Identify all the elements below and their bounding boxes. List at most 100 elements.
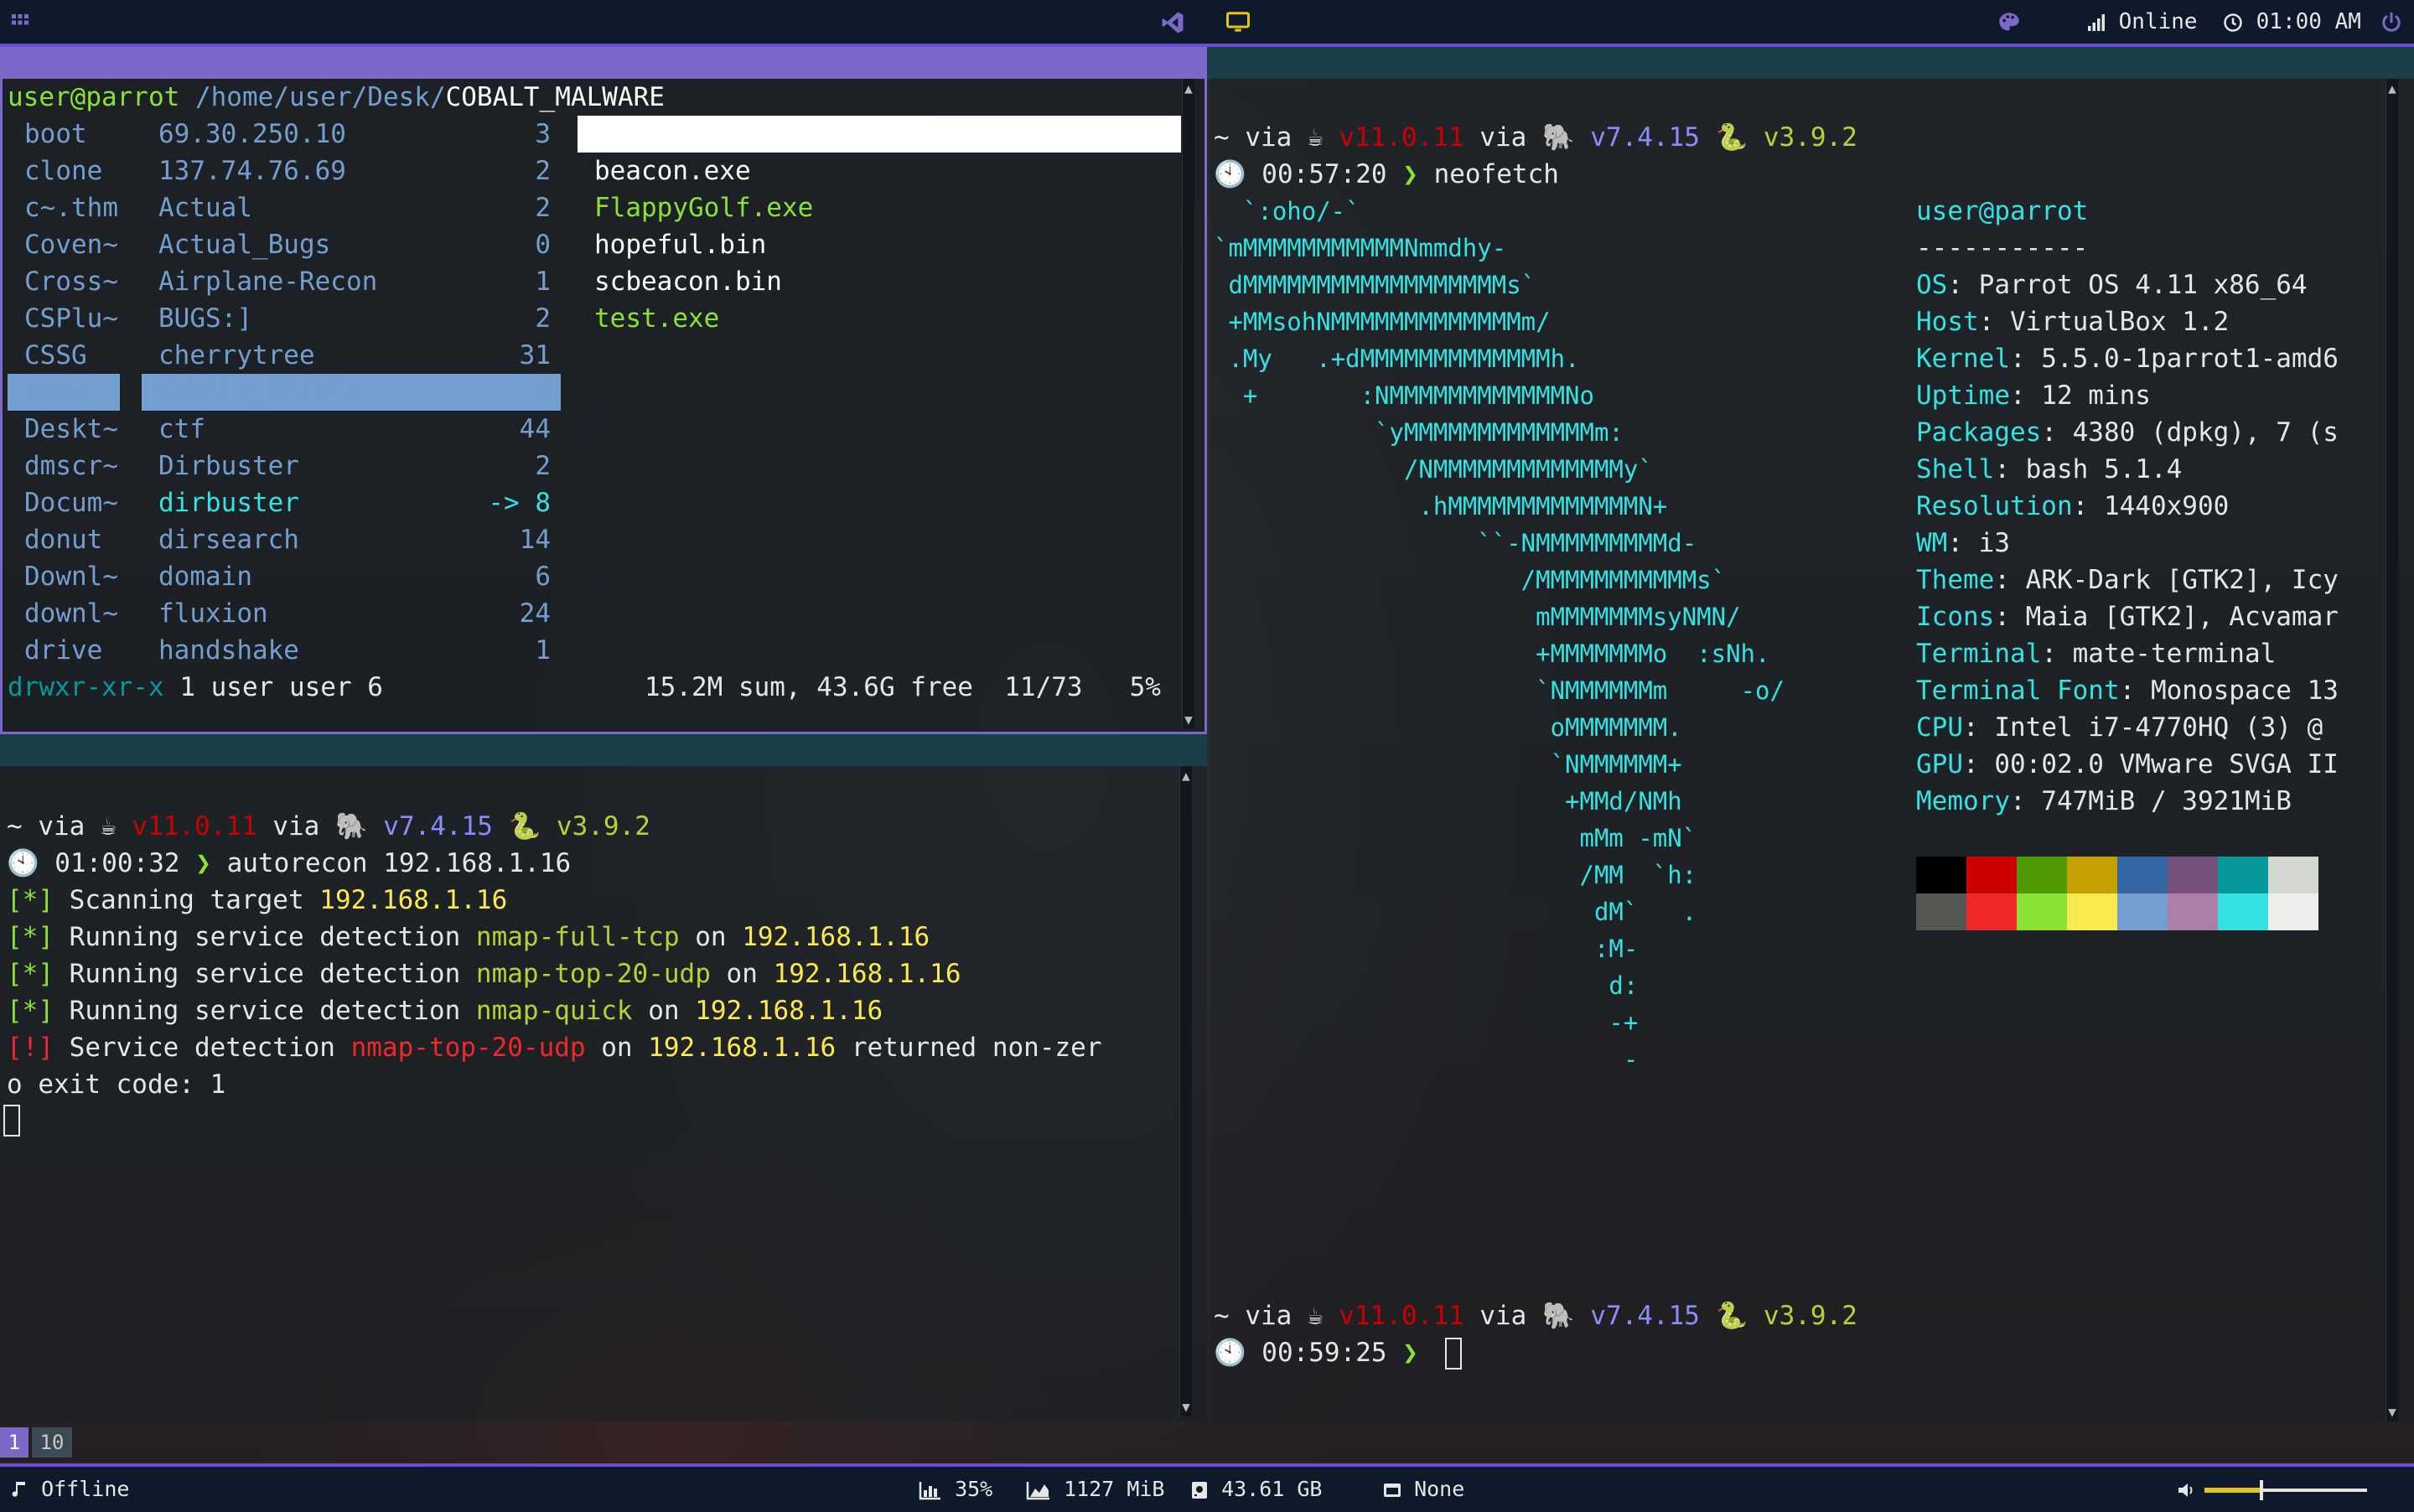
autorecon-terminal[interactable]: ~ via ☕ v11.0.11 via 🐘 v7.4.15 🐍 v3.9.2 … <box>0 766 1207 1421</box>
ranger-item-count: 31 <box>519 340 551 370</box>
ranger-preview-item[interactable]: beacon.exe <box>578 153 1181 189</box>
area-chart-icon <box>1026 1482 1049 1500</box>
ranger-current-item[interactable]: domain 6 <box>142 558 561 595</box>
ranger-current-item[interactable]: ctf 44 <box>142 411 561 448</box>
ranger-parent-item[interactable]: Coven~ <box>8 226 120 263</box>
ranger-current-item[interactable]: dirbuster -> 8 <box>142 484 561 521</box>
network-status[interactable]: Online <box>2119 9 2198 34</box>
ranger-window-titlebar[interactable] <box>0 47 1207 79</box>
ranger-parent-item[interactable]: donut <box>8 521 120 558</box>
target-ip: 192.168.1.16 <box>742 922 930 952</box>
palette-icon[interactable] <box>1997 7 2021 37</box>
info-key: Icons <box>1916 602 1995 632</box>
ranger-item-name: COBALT_MALWARE <box>158 377 378 407</box>
neofetch-scrollbar[interactable]: ▲ ▼ <box>2386 79 2398 1421</box>
music-status[interactable]: Offline <box>41 1477 129 1501</box>
ranger-current-item[interactable]: dirsearch 14 <box>142 521 561 558</box>
ranger-parent-item[interactable]: dmscr~ <box>8 448 120 484</box>
info-value: : mate-terminal <box>2041 639 2277 669</box>
autorecon-window-titlebar[interactable] <box>0 734 1207 766</box>
bottom-bar: Offline 35% 1127 MiB 43.61 GB None <box>0 1463 2414 1512</box>
ranger-file-manager[interactable]: user@parrot /home/user/Desk/COBALT_MALWA… <box>0 79 1207 734</box>
scroll-down-icon[interactable]: ▼ <box>1183 712 1194 728</box>
ranger-current-item[interactable]: Actual_Bugs 0 <box>142 226 561 263</box>
ranger-current-item[interactable]: Dirbuster 2 <box>142 448 561 484</box>
coffee-icon: ☕ <box>1308 1301 1324 1331</box>
disk-free: 43.61 GB <box>1221 1477 1323 1501</box>
ranger-parent-item[interactable]: boot <box>8 116 120 153</box>
ranger-item-count: -> 8 <box>488 488 551 518</box>
ranger-statusbar: drwxr-xr-x 1 user user 6 <box>8 669 383 706</box>
volume-slider-handle[interactable] <box>2259 1480 2263 1500</box>
ranger-item-count: 3 <box>535 119 551 149</box>
prompt-via: via <box>1245 122 1292 153</box>
ranger-current-item[interactable]: Actual 2 <box>142 189 561 226</box>
ascii-logo-line: +MMd/NMh <box>1214 787 1682 816</box>
target-ip: 192.168.1.16 <box>695 996 883 1026</box>
ranger-preview-item[interactable]: FlappyGolf.exe <box>578 189 1181 226</box>
ranger-parent-item[interactable]: CSPlu~ <box>8 300 120 337</box>
speaker-icon[interactable] <box>2176 1475 2198 1504</box>
neofetch-window-titlebar[interactable] <box>1207 47 2414 79</box>
error-tail: returned non-zer <box>836 1033 1102 1063</box>
ranger-current-item[interactable]: 137.74.76.69 2 <box>142 153 561 189</box>
visual-studio-icon[interactable] <box>1160 7 1185 37</box>
ranger-current-item[interactable]: 69.30.250.10 3 <box>142 116 561 153</box>
ranger-parent-item[interactable]: CSSG <box>8 337 120 374</box>
ranger-preview-item[interactable]: scbeacon.bin <box>578 263 1181 300</box>
info-key: Host <box>1916 307 1979 337</box>
ranger-preview-item[interactable]: test.exe <box>578 300 1181 337</box>
palette-swatch <box>2218 857 2268 893</box>
ascii-logo-line: oMMMMMMM. <box>1214 713 1682 742</box>
clock-time[interactable]: 01:00 AM <box>2256 9 2361 34</box>
scroll-down-icon[interactable]: ▼ <box>1180 1399 1192 1415</box>
ascii-logo-line: `mMMMMMMMMMMMNmmdhy- <box>1214 234 1507 262</box>
scroll-up-icon[interactable]: ▲ <box>1180 768 1192 784</box>
ascii-logo-line: /NMMMMMMMMMMMMMy` <box>1214 455 1653 484</box>
ranger-current-item[interactable]: COBALT_MALWARE 6 <box>142 374 561 411</box>
ranger-parent-item[interactable]: clone <box>8 153 120 189</box>
ranger-parent-item[interactable]: Cross~ <box>8 263 120 300</box>
info-key: GPU <box>1916 749 1963 779</box>
prompt-via: via <box>1479 1301 1527 1331</box>
workspace-1[interactable]: 1 <box>0 1427 28 1458</box>
scroll-down-icon[interactable]: ▼ <box>2386 1404 2398 1420</box>
palette-swatch <box>1966 893 2017 930</box>
ranger-parent-item[interactable]: drive <box>8 632 120 669</box>
ranger-current-item[interactable]: BUGS:] 2 <box>142 300 561 337</box>
ranger-current-item[interactable]: fluxion 24 <box>142 595 561 632</box>
ranger-current-item[interactable]: cherrytree 31 <box>142 337 561 374</box>
ranger-parent-item[interactable]: c~.thm <box>8 189 120 226</box>
neofetch-info-line: Terminal: mate-terminal <box>1916 635 2276 672</box>
php-version: v7.4.15 <box>383 811 493 841</box>
workspace-10[interactable]: 10 <box>32 1427 72 1458</box>
neofetch-info-line: Terminal Font: Monospace 13 <box>1916 672 2339 709</box>
ranger-parent-item[interactable]: Deskt~ <box>8 411 120 448</box>
ranger-parent-item[interactable]: Docum~ <box>8 484 120 521</box>
apps-icon[interactable] <box>10 7 30 37</box>
autorecon-scrollbar[interactable]: ▲ ▼ <box>1179 766 1192 1416</box>
scroll-up-icon[interactable]: ▲ <box>2386 80 2398 96</box>
ranger-preview-item[interactable]: beacon <box>578 116 1181 153</box>
ranger-preview-item[interactable]: hopeful.bin <box>578 226 1181 263</box>
ranger-current-item[interactable]: handshake 1 <box>142 632 561 669</box>
volume-slider-track[interactable] <box>2204 1480 2367 1500</box>
ranger-parent-item[interactable]: downl~ <box>8 595 120 632</box>
ranger-item-name: domain <box>158 562 252 592</box>
ranger-item-count: 2 <box>535 303 551 334</box>
scroll-up-icon[interactable]: ▲ <box>1183 80 1194 96</box>
ranger-header-path: /home/user/Desk/ <box>194 82 446 112</box>
ascii-logo-line: mMm -mN` <box>1214 824 1697 852</box>
ranger-current-item[interactable]: Airplane-Recon 1 <box>142 263 561 300</box>
clock-icon: 🕙 <box>1214 159 1246 189</box>
command-time: 01:00:32 <box>54 848 180 878</box>
ranger-parent-item[interactable]: Downl~ <box>8 558 120 595</box>
neofetch-terminal[interactable]: ~ via ☕ v11.0.11 via 🐘 v7.4.15 🐍 v3.9.2 … <box>1210 79 2414 1421</box>
neofetch-info-line: GPU: 00:02.0 VMware SVGA II <box>1916 746 2339 783</box>
monitor-icon[interactable] <box>1225 7 1251 37</box>
ranger-parent-item[interactable]: Desk <box>8 374 120 411</box>
ranger-scrollbar[interactable]: ▲ ▼ <box>1182 79 1194 729</box>
power-icon[interactable] <box>2380 7 2402 37</box>
info-key: Shell <box>1916 454 1995 484</box>
ranger-status-owner: 1 user user 6 <box>179 672 383 702</box>
